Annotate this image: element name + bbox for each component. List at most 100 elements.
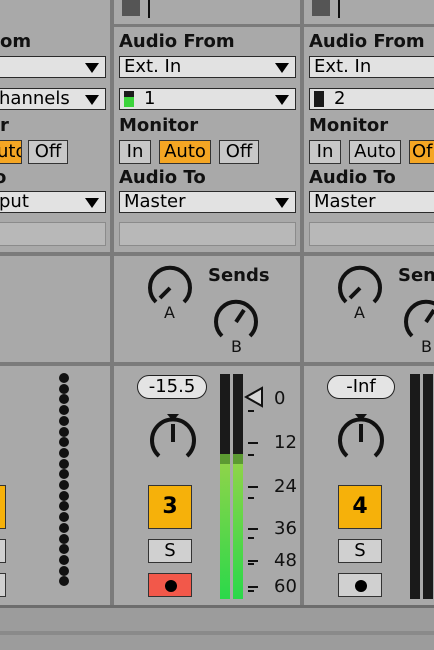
- output-channel-empty[interactable]: [119, 222, 296, 246]
- solo-button[interactable]: [0, 539, 6, 563]
- input-channel-dropdown[interactable]: 2: [309, 88, 434, 110]
- chevron-down-icon: [85, 198, 99, 208]
- audio-from-value: Ext. In: [314, 56, 372, 77]
- level-meter-left: [410, 374, 420, 599]
- send-b-label: B: [421, 337, 432, 356]
- audio-to-dropdown[interactable]: Master: [119, 191, 296, 213]
- audio-from-dropdown[interactable]: Ext. In: [309, 56, 434, 78]
- volume-display[interactable]: -Inf: [327, 375, 395, 399]
- monitor-off-button[interactable]: Off: [28, 140, 68, 164]
- track-number-button[interactable]: 3: [148, 485, 192, 529]
- volume-display[interactable]: -15.5: [137, 375, 207, 399]
- track-column-4: Audio From Ext. In 2 Monitor In Auto Of …: [304, 0, 434, 605]
- meter-dot: [59, 426, 69, 437]
- scale-label: 12: [274, 432, 297, 453]
- input-level-indicator: [124, 91, 134, 107]
- meter-dot: [59, 480, 69, 490]
- track-number-button[interactable]: 4: [338, 485, 382, 529]
- section-divider: [0, 362, 110, 366]
- section-divider: [114, 362, 300, 366]
- track-column-3: Audio From Ext. In 1 Monitor In Auto Off…: [114, 0, 300, 605]
- track-header-divider: [338, 0, 340, 18]
- pan-knob[interactable]: [147, 412, 196, 460]
- audio-to-value: Master: [314, 191, 376, 212]
- chevron-down-icon: [85, 63, 99, 73]
- meter-dot: [59, 512, 69, 523]
- monitor-label: Monitor: [119, 115, 199, 136]
- record-icon: [165, 580, 177, 592]
- monitor-auto-button[interactable]: Auto: [159, 140, 211, 164]
- scale-tick: [248, 560, 258, 562]
- chevron-down-icon: [275, 198, 289, 208]
- input-channel-dropdown[interactable]: 1: [119, 88, 296, 110]
- meter-dot: [59, 394, 69, 405]
- section-divider: [304, 362, 434, 366]
- audio-from-dropdown[interactable]: Ext. In: [119, 56, 296, 78]
- record-icon: [355, 580, 367, 592]
- level-meter-right: [423, 374, 433, 599]
- meter-fill: [220, 464, 230, 599]
- audio-from-label: Audio From: [309, 31, 425, 52]
- scale-label: 0: [274, 388, 286, 409]
- monitor-auto-button[interactable]: uto: [0, 140, 22, 164]
- track-color-square: [122, 0, 140, 16]
- meter-dot: [59, 490, 69, 501]
- pan-knob[interactable]: [335, 412, 384, 460]
- fader-marker-icon[interactable]: [243, 386, 264, 412]
- section-divider: [0, 252, 110, 256]
- scale-minor-tick: [248, 454, 254, 456]
- arm-button[interactable]: [0, 573, 6, 597]
- meter-peak: [220, 454, 230, 464]
- scale-tick: [248, 528, 258, 530]
- output-channel-empty[interactable]: [309, 222, 434, 246]
- send-a-label: A: [354, 303, 365, 322]
- monitor-auto-button[interactable]: Auto: [349, 140, 401, 164]
- scale-tick: [248, 586, 258, 588]
- input-channel-value: 1: [144, 88, 156, 109]
- audio-to-dropdown[interactable]: put: [0, 191, 106, 213]
- arm-button[interactable]: [148, 573, 192, 597]
- section-divider: [114, 252, 300, 256]
- monitor-in-button[interactable]: In: [119, 140, 151, 164]
- meter-dot: [59, 533, 69, 544]
- level-meter-right: [233, 374, 243, 599]
- track-column-left-partial: om hannels r uto Off o put: [0, 0, 110, 605]
- output-channel-empty[interactable]: [0, 222, 106, 246]
- audio-to-label: o: [0, 167, 7, 188]
- audio-to-value: put: [0, 191, 29, 212]
- meter-dot: [59, 405, 69, 416]
- track-header-strip: [304, 0, 434, 27]
- scale-minor-tick: [248, 590, 254, 592]
- scale-minor-tick: [248, 410, 254, 412]
- input-channel-dropdown[interactable]: hannels: [0, 88, 106, 110]
- solo-button[interactable]: S: [338, 539, 382, 563]
- track-number-button[interactable]: [0, 485, 6, 529]
- monitor-off-button[interactable]: Off: [219, 140, 259, 164]
- input-channel-value: hannels: [0, 88, 70, 109]
- scale-label: 24: [274, 476, 297, 497]
- arm-button[interactable]: [338, 573, 382, 597]
- monitor-label: Monitor: [309, 115, 389, 136]
- scale-label: 36: [274, 518, 297, 539]
- audio-from-value: Ext. In: [124, 56, 182, 77]
- scale-tick: [248, 486, 258, 488]
- bottom-panel: [0, 605, 434, 650]
- input-level-fill: [124, 97, 134, 107]
- meter-dot: [59, 458, 69, 469]
- track-header-strip: [114, 0, 300, 27]
- audio-to-label: Audio To: [309, 167, 396, 188]
- meter-dot: [59, 565, 69, 576]
- send-a-label: A: [164, 303, 175, 322]
- monitor-label: r: [0, 115, 9, 136]
- audio-to-value: Master: [124, 191, 186, 212]
- input-channel-value: 2: [334, 88, 346, 109]
- monitor-in-button[interactable]: In: [309, 140, 341, 164]
- level-meter-left: [220, 374, 230, 599]
- chevron-down-icon: [85, 95, 99, 105]
- meter-dot: [59, 373, 69, 383]
- scale-label: 60: [274, 576, 297, 597]
- solo-button[interactable]: S: [148, 539, 192, 563]
- monitor-off-button[interactable]: Of: [409, 140, 434, 164]
- audio-to-dropdown[interactable]: Master: [309, 191, 434, 213]
- audio-from-dropdown[interactable]: [0, 56, 106, 78]
